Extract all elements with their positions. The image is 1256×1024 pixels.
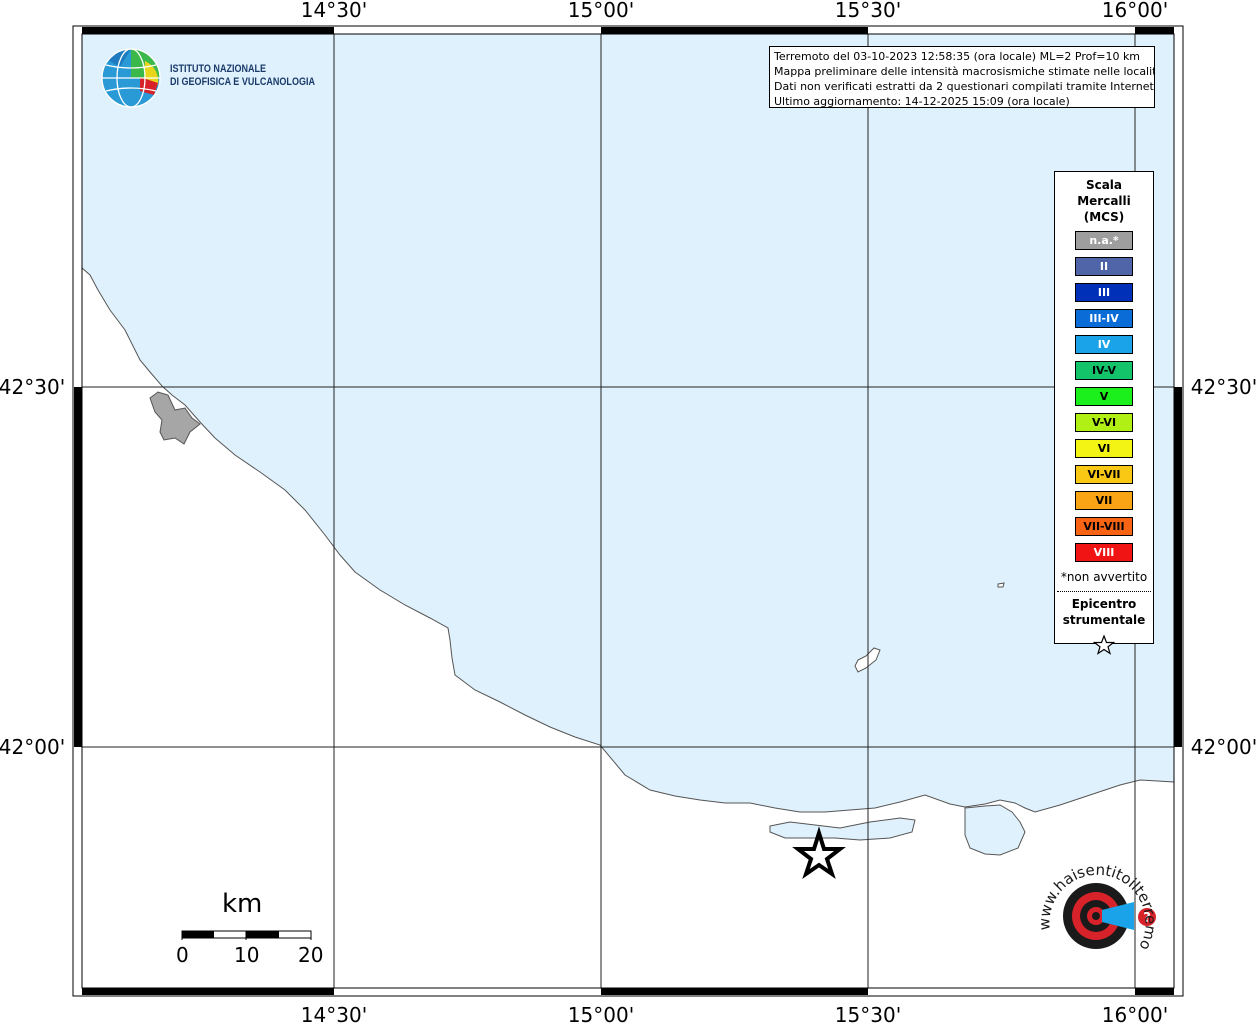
legend-divider [1057,591,1151,592]
scale-bar-tick: 0 [176,943,189,967]
lon-label-bottom: 15°30' [835,1003,901,1024]
ingv-logo: ISTITUTO NAZIONALE DI GEOFISICA E VULCAN… [100,47,320,109]
legend-intensity-2: III [1075,283,1133,302]
legend-intensity-10: VII [1075,491,1133,510]
lon-label-top: 15°30' [835,0,901,22]
lat-label-right: 42°30' [1191,375,1256,399]
lon-label-top: 14°30' [301,0,367,22]
legend-na-note: *non avvertito [1060,570,1148,584]
legend-intensity-12: VIII [1075,543,1133,562]
legend-epicenter-title: Epicentro strumentale [1055,596,1153,628]
info-line-map-description: Mappa preliminare delle intensità macros… [774,65,1155,78]
legend-intensity-4: IV [1075,335,1133,354]
legend-epicenter-line: Epicentro [1071,597,1137,611]
legend-title-line: Scala [1085,178,1123,192]
legend-title: Scala Mercalli (MCS) [1055,177,1153,225]
legend-intensity-11: VII-VIII [1075,517,1133,536]
globe-icon [101,48,161,108]
lat-label-left: 42°30' [0,375,65,399]
legend-intensity-5: IV-V [1075,361,1133,380]
legend-scale-list: n.a.* II III III-IV IV IV-V V V-VI VI VI-VII VII VI… [1055,231,1153,562]
ingv-name-line1: ISTITUTO NAZIONALE [170,63,267,75]
scale-bar-tick: 10 [234,943,260,967]
lat-label-left: 42°00' [0,735,65,759]
lon-label-top: 15°00' [568,0,634,22]
legend-title-line: Mercalli [1077,194,1131,208]
scale-bar-unit: km [222,889,263,919]
lon-label-bottom: 16°00' [1102,1003,1168,1024]
info-line-data-note: Dati non verificati estratti da 2 questi… [774,80,1155,93]
legend-star-icon [1055,634,1153,660]
legend-intensity-1: II [1075,257,1133,276]
small-island [997,582,1005,588]
ingv-name-line2: DI GEOFISICA E VULCANOLOGIA [170,76,315,88]
lon-label-bottom: 14°30' [301,1003,367,1024]
intensity-legend: Scala Mercalli (MCS) n.a.* II III III-IV IV I… [1054,171,1154,655]
legend-intensity-9: VI-VII [1075,465,1133,484]
legend-intensity-8: VI [1075,439,1133,458]
legend-intensity-6: V [1075,387,1133,406]
legend-intensity-0: n.a.* [1075,231,1133,250]
lon-label-top: 16°00' [1102,0,1168,22]
lon-label-bottom: 15°00' [568,1003,634,1024]
info-line-event: Terremoto del 03-10-2023 12:58:35 (ora l… [774,50,1141,63]
haisentito-logo: ? www.haisentitoilterremoto.it [1026,836,1170,975]
legend-title-line: (MCS) [1083,210,1125,224]
legend-intensity-7: V-VI [1075,413,1133,432]
lat-label-right: 42°00' [1191,735,1256,759]
scale-bar-tick: 20 [298,943,324,967]
legend-intensity-3: III-IV [1075,309,1133,328]
legend-epicenter-line: strumentale [1062,613,1146,627]
info-line-last-update: Ultimo aggiornamento: 14-12-2025 15:09 (… [774,95,1070,108]
ingv-name: ISTITUTO NAZIONALE DI GEOFISICA E VULCAN… [170,63,315,89]
earthquake-info-box: Terremoto del 03-10-2023 12:58:35 (ora l… [769,46,1155,108]
